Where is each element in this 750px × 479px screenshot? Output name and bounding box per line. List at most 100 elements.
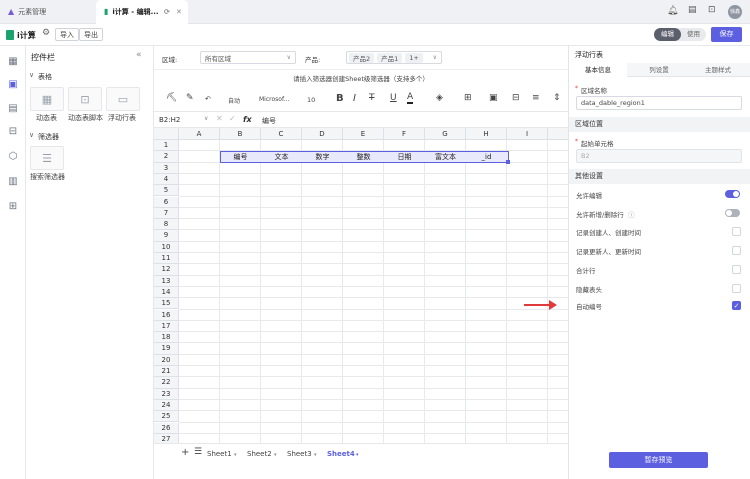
row-header[interactable]: 18 (154, 332, 179, 344)
tab-column-settings[interactable]: 列设置 (639, 63, 679, 77)
option-toggle[interactable] (725, 190, 740, 198)
import-button[interactable]: 导入 (55, 28, 79, 41)
chevron-down-icon[interactable]: ▾ (234, 452, 237, 458)
tab-element-management[interactable]: ▲ 元素管理 (0, 0, 96, 24)
sheet-tab[interactable]: Sheet1 (207, 450, 232, 458)
mode-edit-button[interactable]: 编辑 (654, 28, 681, 41)
refresh-icon[interactable]: ⟳ (164, 8, 170, 16)
save-button[interactable]: 保存 (711, 27, 742, 42)
table-cell[interactable]: _id (466, 152, 507, 163)
formula-icon[interactable]: ⊟ (7, 126, 19, 138)
close-icon[interactable]: ✕ (176, 8, 182, 16)
save-preview-button[interactable]: 暂存预览 (609, 452, 708, 468)
selection-handle[interactable] (506, 160, 510, 164)
document-icon[interactable]: ▤ (688, 6, 697, 15)
hierarchy-icon[interactable]: ⊞ (7, 201, 19, 213)
tab-icompute-edit[interactable]: ▮ i计算 - 编辑... ⟳ ✕ (96, 0, 188, 24)
chevron-down-icon[interactable]: ▾ (314, 452, 317, 458)
widget-search-filter[interactable]: ☰ (30, 146, 64, 170)
strikethrough-icon[interactable]: T (369, 93, 375, 103)
avatar[interactable]: 徐鑫 (728, 5, 742, 19)
row-header[interactable]: 7 (154, 207, 179, 220)
region-select[interactable]: 所有区域 ∨ (200, 51, 296, 64)
option-checkbox[interactable]: ✓ (732, 301, 741, 310)
row-header[interactable]: 24 (154, 399, 179, 412)
undo-icon[interactable]: ↶ (205, 95, 211, 103)
row-header[interactable]: 4 (154, 173, 179, 186)
italic-icon[interactable]: I (353, 93, 356, 104)
export-button[interactable]: 导出 (79, 28, 103, 41)
bell-icon[interactable]: 🔔︎ (667, 7, 678, 16)
column-header[interactable]: H (466, 128, 507, 140)
mode-switch[interactable]: 编辑 使用 (654, 28, 706, 41)
chevron-down-icon[interactable]: ▾ (274, 452, 277, 458)
widget-float-row-table[interactable]: ▭ (106, 87, 140, 111)
filter-hint[interactable]: 请插入筛选器创建Sheet级筛选器（支持多个） (154, 70, 568, 88)
number-format-select[interactable]: 自动 (228, 96, 240, 105)
row-header[interactable]: 11 (154, 253, 179, 265)
column-header[interactable]: A (179, 128, 220, 140)
row-header[interactable]: 3 (154, 162, 179, 174)
column-header[interactable]: D (302, 128, 343, 140)
row-header[interactable]: 17 (154, 320, 179, 333)
table-cell[interactable]: 整数 (343, 152, 384, 163)
cancel-icon[interactable]: ✕ (216, 115, 223, 123)
column-header[interactable]: C (261, 128, 302, 140)
font-color-icon[interactable]: A (407, 93, 414, 104)
option-checkbox[interactable] (732, 284, 741, 293)
column-header[interactable] (548, 128, 568, 140)
region-name-input[interactable]: data_dable_region1 (576, 96, 742, 110)
help-icon[interactable]: ⓘ (628, 209, 635, 219)
row-header[interactable]: 27 (154, 433, 179, 443)
column-header[interactable]: I (507, 128, 548, 140)
row-header[interactable]: 23 (154, 388, 179, 400)
row-header[interactable]: 25 (154, 411, 179, 423)
inbox-icon[interactable]: ⊡ (708, 6, 716, 15)
align-left-icon[interactable]: ≡ (532, 93, 540, 103)
mode-use-button[interactable]: 使用 (681, 28, 706, 41)
add-sheet-icon[interactable]: + (181, 447, 189, 458)
tab-theme-style[interactable]: 主题样式 (693, 63, 743, 77)
sheet-list-icon[interactable]: ☰ (194, 447, 202, 457)
chevron-down-icon[interactable]: ∨ (204, 116, 208, 122)
option-toggle[interactable] (725, 209, 740, 217)
option-checkbox[interactable] (732, 265, 741, 274)
row-header[interactable]: 6 (154, 196, 179, 208)
align-vertical-icon[interactable]: ⇕ (553, 93, 561, 103)
sheet-tab-active[interactable]: Sheet4 (327, 450, 355, 458)
sheet-tab[interactable]: Sheet3 (287, 450, 312, 458)
widget-dynamic-table[interactable]: ▦ (30, 87, 64, 111)
column-header[interactable]: B (220, 128, 261, 140)
settings-icon[interactable]: ⚙ (42, 29, 50, 38)
table-cell[interactable]: 日期 (384, 152, 425, 163)
row-header[interactable]: 10 (154, 241, 179, 253)
row-header[interactable]: 26 (154, 422, 179, 434)
clear-format-icon[interactable]: ✎ (186, 93, 194, 103)
option-checkbox[interactable] (732, 246, 741, 255)
formula-input[interactable]: 编号 (262, 116, 276, 126)
row-header[interactable]: 14 (154, 286, 179, 299)
row-header[interactable]: 21 (154, 366, 179, 378)
table-icon[interactable]: ▤ (7, 103, 19, 115)
cell-reference[interactable]: B2:H2 (159, 116, 180, 124)
tab-basic-info[interactable]: 基本信息 (569, 63, 627, 77)
row-header[interactable]: 1 (154, 140, 179, 152)
row-header[interactable]: 19 (154, 343, 179, 355)
row-header[interactable]: 12 (154, 264, 179, 276)
row-header[interactable]: 16 (154, 309, 179, 321)
product-select[interactable]: 产品2 产品1 1+ ∨ (346, 51, 442, 64)
grid-icon[interactable]: ▣ (7, 79, 19, 91)
table-cell[interactable]: 文本 (261, 152, 302, 163)
row-header[interactable]: 2 (154, 151, 179, 163)
chevron-down-icon[interactable]: ∨ (29, 72, 34, 79)
spreadsheet-grid[interactable]: ABCDEFGHI 1 2 3 4 5 6 7 8 9 10 11 12 13 14 15 16 17 18 19 2… (154, 128, 568, 443)
column-header[interactable]: G (425, 128, 466, 140)
row-header[interactable]: 20 (154, 354, 179, 366)
calendar-icon[interactable]: ▥ (7, 176, 19, 188)
collapse-icon[interactable]: « (136, 51, 142, 60)
corner-cell[interactable] (154, 128, 179, 140)
shield-icon[interactable]: ⬡ (7, 151, 19, 163)
column-header[interactable]: E (343, 128, 384, 140)
row-header[interactable]: 13 (154, 275, 179, 287)
row-header[interactable]: 5 (154, 185, 179, 197)
